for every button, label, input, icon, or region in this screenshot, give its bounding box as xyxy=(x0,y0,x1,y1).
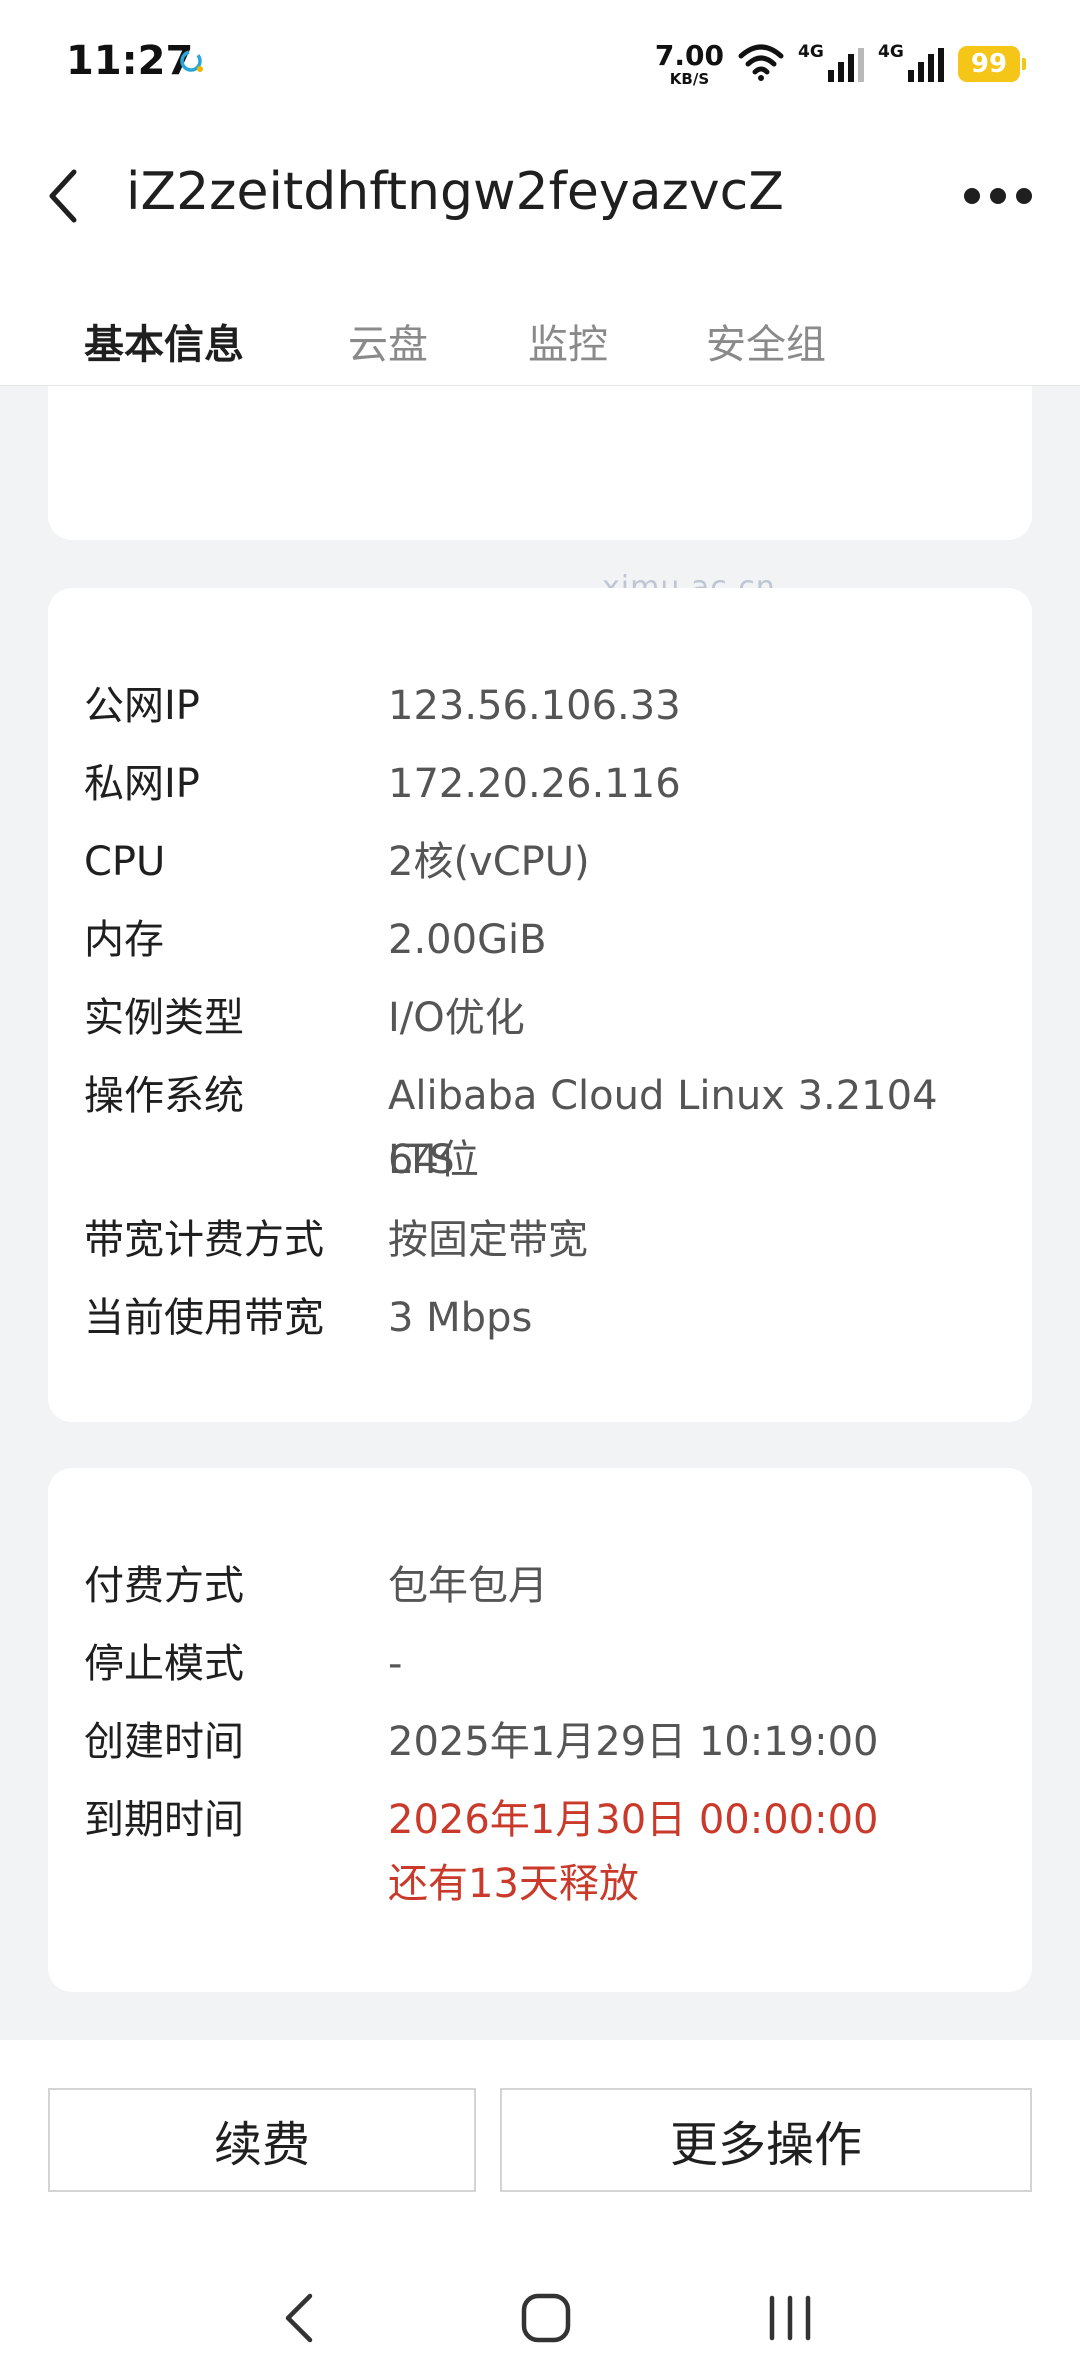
payment-type-value: 包年包月 xyxy=(388,1563,548,1609)
nav-recents-icon xyxy=(769,2295,811,2341)
network-speed-value: 7.00 xyxy=(654,38,724,72)
signal-icon xyxy=(828,48,864,82)
info-label: 创建时间 xyxy=(84,1719,244,1765)
info-label: 公网IP xyxy=(84,683,200,729)
nav-back-icon xyxy=(285,2293,313,2343)
back-button[interactable] xyxy=(36,160,92,232)
info-label: 实例类型 xyxy=(84,995,244,1041)
tab-basic-info[interactable]: 基本信息 xyxy=(84,312,244,370)
more-dots-icon xyxy=(964,188,1032,204)
bandwidth-billing-value: 按固定带宽 xyxy=(388,1217,588,1263)
tab-cloud-disk[interactable]: 云盘 xyxy=(348,312,428,370)
cpu-value: 2核(vCPU) xyxy=(388,839,590,885)
chat-bubble-icon xyxy=(178,48,206,80)
wifi-icon xyxy=(738,42,784,86)
os-value-line2: 64位 xyxy=(388,1137,479,1183)
stop-mode-value: - xyxy=(388,1641,403,1687)
info-label: 到期时间 xyxy=(84,1797,244,1843)
instance-type-value: I/O优化 xyxy=(388,995,525,1041)
expiry-time-value: 2026年1月30日 00:00:00 xyxy=(388,1797,879,1843)
nav-back-button[interactable] xyxy=(280,2290,320,2350)
info-label: 内存 xyxy=(84,917,164,963)
battery-icon: 99 xyxy=(958,46,1026,82)
system-nav-bar xyxy=(0,2250,1080,2376)
info-label: 带宽计费方式 xyxy=(84,1217,324,1263)
status-indicators: 7.00 KB/S 4G 4G 99 xyxy=(654,36,1026,92)
nav-home-button[interactable] xyxy=(520,2290,572,2350)
back-arrow-icon xyxy=(49,169,77,223)
release-countdown: 还有13天释放 xyxy=(388,1861,639,1907)
network-speed-unit: KB/S xyxy=(669,69,710,88)
memory-value: 2.00GiB xyxy=(388,917,547,963)
created-time-value: 2025年1月29日 10:19:00 xyxy=(388,1719,879,1765)
tab-monitoring[interactable]: 监控 xyxy=(528,312,608,370)
signal-sim2: 4G xyxy=(878,42,944,86)
info-card-top xyxy=(48,386,1032,540)
nav-home-icon xyxy=(521,2293,571,2343)
tab-bar: 基本信息 云盘 监控 安全组 xyxy=(0,290,1080,394)
current-bandwidth-value: 3 Mbps xyxy=(388,1295,533,1341)
public-ip-value: 123.56.106.33 xyxy=(388,683,681,729)
network-speed: 7.00 KB/S xyxy=(654,38,724,88)
status-bar: 11:27 7.00 KB/S 4G 4G 99 xyxy=(0,0,1080,120)
nav-recents-button[interactable] xyxy=(766,2290,814,2350)
tab-security-group[interactable]: 安全组 xyxy=(706,312,826,370)
info-label: 私网IP xyxy=(84,761,200,807)
more-options-button[interactable] xyxy=(960,176,1036,216)
bottom-action-bar: 续费 更多操作 xyxy=(0,2040,1080,2376)
more-actions-button[interactable]: 更多操作 xyxy=(500,2088,1032,2192)
info-label: CPU xyxy=(84,839,166,885)
renew-button[interactable]: 续费 xyxy=(48,2088,476,2192)
signal-sim1: 4G xyxy=(798,42,864,86)
info-label: 付费方式 xyxy=(84,1563,244,1609)
status-time: 11:27 xyxy=(66,38,194,84)
private-ip-value: 172.20.26.116 xyxy=(388,761,681,807)
info-label: 当前使用带宽 xyxy=(84,1295,324,1341)
instance-spec-card: 公网IP 123.56.106.33 私网IP 172.20.26.116 CP… xyxy=(48,588,1032,1422)
info-label: 操作系统 xyxy=(84,1073,244,1119)
billing-card: 付费方式 包年包月 停止模式 - 创建时间 2025年1月29日 10:19:0… xyxy=(48,1468,1032,1992)
signal-icon xyxy=(908,48,944,82)
info-label: 停止模式 xyxy=(84,1641,244,1687)
page-title: iZ2zeitdhftngw2feyazvcZ xyxy=(126,162,784,222)
page-header: iZ2zeitdhftngw2feyazvcZ 基本信息 云盘 监控 安全组 xyxy=(0,120,1080,394)
